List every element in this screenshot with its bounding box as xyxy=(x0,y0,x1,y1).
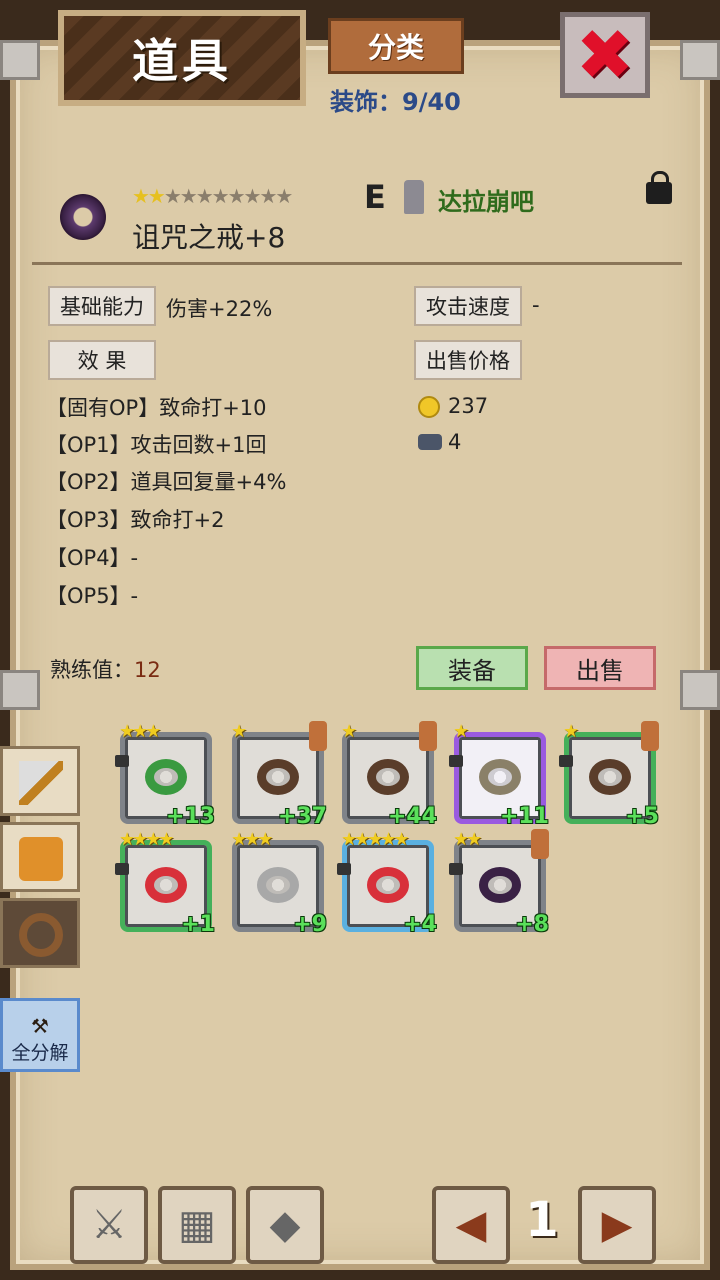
next-page-button[interactable]: ▶ xyxy=(578,1186,656,1264)
hero-icon xyxy=(531,829,549,859)
category-button[interactable]: 分类 xyxy=(328,18,464,74)
dismantle-all-label: 全分解 xyxy=(11,1042,69,1064)
close-button[interactable]: ✖ xyxy=(560,12,650,98)
base-ability-value: 伤害+22% xyxy=(166,297,273,321)
sell-price-label: 出售价格 xyxy=(414,340,522,380)
option-line: 【OP5】- xyxy=(46,584,139,608)
lock-icon xyxy=(449,755,463,767)
page-title: 道具 xyxy=(132,34,232,88)
inventory-grid: ★★★ +13 ★ +37 ★ +44 ★ +11 ★ +5 ★★★★ +1 ★… xyxy=(114,721,674,944)
sword-icon xyxy=(19,761,63,805)
page-title-box: 道具 xyxy=(58,10,306,106)
tab-armor[interactable] xyxy=(0,822,80,892)
ring-icon xyxy=(19,913,63,957)
item-name: 诅咒之戒+8 xyxy=(132,221,286,254)
frame-corner xyxy=(680,40,720,80)
filter-weapon-button[interactable]: ⚔ xyxy=(70,1186,148,1264)
lock-icon xyxy=(115,863,129,875)
ring-icon xyxy=(367,867,409,903)
prev-page-button[interactable]: ◀ xyxy=(432,1186,510,1264)
filter-chest-button[interactable]: ▦ xyxy=(158,1186,236,1264)
gem-icon: ◆ xyxy=(269,1202,301,1248)
option-line: 【固有OP】致命打+10 xyxy=(46,396,267,420)
cursed-ring-icon xyxy=(60,194,106,240)
armor-icon xyxy=(19,837,63,881)
hammer-icon: ⚒ xyxy=(31,1014,49,1038)
inventory-slot[interactable]: ★ +37 xyxy=(231,721,327,829)
ring-icon xyxy=(257,759,299,795)
ring-icon xyxy=(479,759,521,795)
accessory-count: 装饰：9/40 xyxy=(330,88,461,116)
ring-icon xyxy=(145,759,187,795)
dismantle-all-button[interactable]: ⚒ 全分解 xyxy=(0,998,80,1072)
sell-price-ore: 4 xyxy=(448,430,462,454)
ring-icon xyxy=(589,759,631,795)
arrow-left-icon: ◀ xyxy=(455,1202,487,1248)
effect-label: 效 果 xyxy=(48,340,156,380)
lock-icon xyxy=(449,863,463,875)
inventory-slot[interactable]: ★★★ +13 xyxy=(115,721,215,829)
lock-icon[interactable] xyxy=(646,171,672,204)
inventory-slot[interactable]: ★ +44 xyxy=(341,721,437,829)
sell-price-gold: 237 xyxy=(448,394,489,418)
owner-hero-icon xyxy=(404,180,424,214)
attack-speed-label: 攻击速度 xyxy=(414,286,522,326)
tab-accessory[interactable] xyxy=(0,898,80,968)
option-line: 【OP1】攻击回数+1回 xyxy=(46,433,267,457)
item-owner: 达拉崩吧 xyxy=(438,188,534,216)
lock-icon xyxy=(337,863,351,875)
hero-icon xyxy=(641,721,659,751)
chest-icon: ▦ xyxy=(178,1202,216,1248)
lock-icon xyxy=(559,755,573,767)
ring-icon xyxy=(479,867,521,903)
attack-speed-value: - xyxy=(532,293,540,317)
inventory-slot[interactable]: ★ +5 xyxy=(559,721,659,829)
ring-icon xyxy=(257,867,299,903)
inventory-slot[interactable]: ★ +11 xyxy=(449,721,549,829)
arrow-right-icon: ▶ xyxy=(601,1202,633,1248)
filter-gem-button[interactable]: ◆ xyxy=(246,1186,324,1264)
hero-icon xyxy=(309,721,327,751)
inventory-slot[interactable]: ★★★★ +1 xyxy=(115,829,215,937)
inventory-slot[interactable]: ★★★★★ +4 xyxy=(337,829,437,937)
page-number: 1 xyxy=(525,1192,559,1248)
lock-icon xyxy=(115,755,129,767)
item-stars: ★★★★★★★★★★ xyxy=(132,184,293,208)
frame-corner xyxy=(0,40,40,80)
ore-icon xyxy=(418,434,442,450)
item-grade: E xyxy=(364,178,386,216)
item-detail-panel: ★★★★★★★★★★ E 达拉崩吧 诅咒之戒+8 基础能力 伤害+22% 攻击速… xyxy=(32,171,688,692)
option-line: 【OP4】- xyxy=(46,546,139,570)
sell-button[interactable]: 出售 xyxy=(544,646,656,690)
ring-icon xyxy=(145,867,187,903)
gold-coin-icon xyxy=(418,396,440,418)
ring-icon xyxy=(367,759,409,795)
tab-weapon[interactable] xyxy=(0,746,80,816)
proficiency: 熟练值：12 xyxy=(50,658,161,682)
inventory-slot[interactable]: ★★ +8 xyxy=(449,829,549,937)
inventory-slot[interactable]: ★★★ +9 xyxy=(231,829,327,937)
crossed-swords-icon: ⚔ xyxy=(91,1202,127,1248)
option-line: 【OP3】致命打+2 xyxy=(46,508,225,532)
option-line: 【OP2】道具回复量+4% xyxy=(46,470,287,494)
divider xyxy=(32,262,682,265)
base-ability-label: 基础能力 xyxy=(48,286,156,326)
equip-button[interactable]: 装备 xyxy=(416,646,528,690)
close-x-icon: ✖ xyxy=(575,14,635,96)
hero-icon xyxy=(419,721,437,751)
